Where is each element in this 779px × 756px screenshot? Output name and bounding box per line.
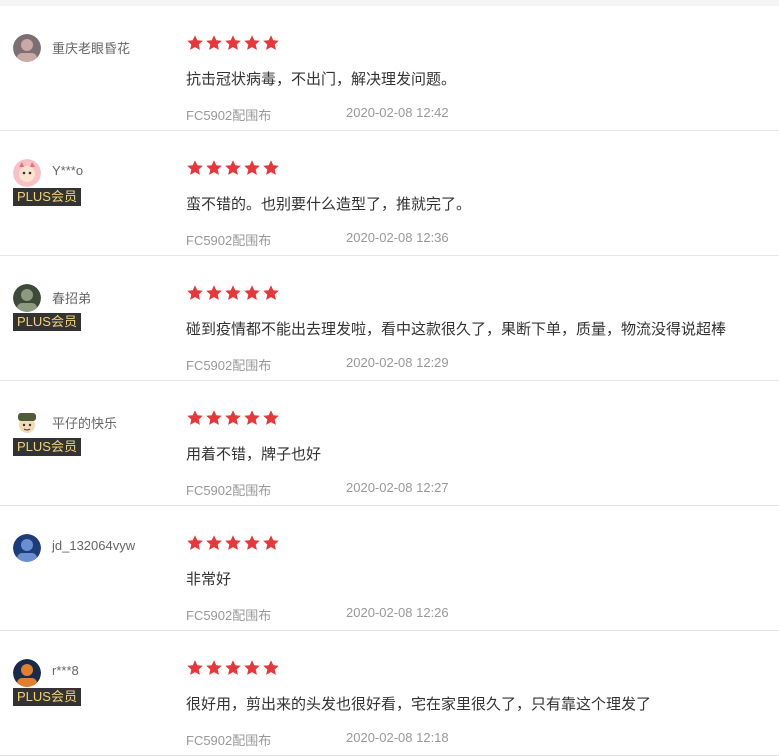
star-icon: [206, 660, 222, 675]
star-rating: [186, 534, 280, 552]
plus-member-badge[interactable]: PLUS会员: [13, 438, 81, 456]
user-name[interactable]: jd_132064vyw: [52, 538, 135, 553]
star-icon: [187, 160, 203, 175]
star-icon: [225, 410, 241, 425]
review-item: jd_132064vyw 非常好 FC5902配围布 2020-02-08 12…: [0, 506, 779, 631]
star-icon: [244, 35, 260, 50]
user-avatar[interactable]: [13, 409, 41, 437]
star-icon: [225, 35, 241, 50]
star-icon: [225, 660, 241, 675]
star-icon: [263, 35, 279, 50]
star-icon: [206, 410, 222, 425]
review-date: 2020-02-08 12:42: [346, 105, 449, 120]
user-name[interactable]: 春招弟: [52, 288, 91, 307]
star-icon: [244, 535, 260, 550]
star-icon: [244, 410, 260, 425]
review-meta: FC5902配围布 2020-02-08 12:26: [186, 605, 449, 624]
review-item: 平仔的快乐 PLUS会员 用着不错，牌子也好 FC5902配围布 2020-02…: [0, 381, 779, 506]
review-date: 2020-02-08 12:18: [346, 730, 449, 745]
star-icon: [244, 285, 260, 300]
review-meta: FC5902配围布 2020-02-08 12:36: [186, 230, 449, 249]
star-icon: [263, 535, 279, 550]
user-name[interactable]: r***8: [52, 663, 79, 678]
star-rating: [186, 159, 280, 177]
product-variant: FC5902配围布: [186, 608, 272, 623]
review-date: 2020-02-08 12:36: [346, 230, 449, 245]
star-icon: [263, 410, 279, 425]
review-meta: FC5902配围布 2020-02-08 12:18: [186, 730, 449, 749]
user-avatar[interactable]: [13, 34, 41, 62]
avatar-photo-icon: [13, 534, 41, 562]
star-icon: [206, 285, 222, 300]
review-item: r***8 PLUS会员 很好用，剪出来的头发也很好看，宅在家里很久了，只有靠这…: [0, 631, 779, 756]
avatar-photo-icon: [13, 659, 41, 687]
star-rating: [186, 409, 280, 427]
review-content: 蛮不错的。也别要什么造型了，推就完了。: [186, 196, 472, 213]
star-icon: [263, 160, 279, 175]
review-meta: FC5902配围布 2020-02-08 12:27: [186, 480, 449, 499]
review-content: 非常好: [186, 571, 232, 588]
user-name[interactable]: 平仔的快乐: [52, 413, 117, 432]
plus-member-badge[interactable]: PLUS会员: [13, 313, 81, 331]
user-avatar[interactable]: [13, 284, 41, 312]
avatar-soldier-icon: [13, 409, 41, 437]
plus-member-badge[interactable]: PLUS会员: [13, 688, 81, 706]
review-item: 春招弟 PLUS会员 碰到疫情都不能出去理发啦，看中这款很久了，果断下单，质量，…: [0, 256, 779, 381]
avatar-cartoon-icon: [13, 159, 41, 187]
user-avatar[interactable]: [13, 659, 41, 687]
star-icon: [244, 660, 260, 675]
star-icon: [263, 285, 279, 300]
product-variant: FC5902配围布: [186, 733, 272, 748]
product-variant: FC5902配围布: [186, 108, 272, 123]
star-icon: [206, 535, 222, 550]
star-icon: [187, 35, 203, 50]
review-date: 2020-02-08 12:26: [346, 605, 449, 620]
review-meta: FC5902配围布 2020-02-08 12:29: [186, 355, 449, 374]
star-icon: [244, 160, 260, 175]
review-item: Y***o PLUS会员 蛮不错的。也别要什么造型了，推就完了。 FC5902配…: [0, 131, 779, 256]
star-icon: [225, 535, 241, 550]
review-content: 碰到疫情都不能出去理发啦，看中这款很久了，果断下单，质量，物流没得说超棒: [186, 321, 727, 338]
product-variant: FC5902配围布: [186, 483, 272, 498]
star-icon: [187, 535, 203, 550]
star-rating: [186, 659, 280, 677]
product-variant: FC5902配围布: [186, 233, 272, 248]
star-icon: [187, 285, 203, 300]
star-icon: [263, 660, 279, 675]
product-variant: FC5902配围布: [186, 358, 272, 373]
review-meta: FC5902配围布 2020-02-08 12:42: [186, 105, 449, 124]
avatar-photo-icon: [13, 284, 41, 312]
star-icon: [225, 160, 241, 175]
user-avatar[interactable]: [13, 159, 41, 187]
review-item: 重庆老眼昏花 抗击冠状病毒，不出门，解决理发问题。 FC5902配围布 2020…: [0, 6, 779, 131]
star-icon: [206, 35, 222, 50]
review-content: 抗击冠状病毒，不出门，解决理发问题。: [186, 71, 457, 88]
review-content: 很好用，剪出来的头发也很好看，宅在家里很久了，只有靠这个理发了: [186, 696, 652, 713]
review-date: 2020-02-08 12:27: [346, 480, 449, 495]
star-icon: [206, 160, 222, 175]
plus-member-badge[interactable]: PLUS会员: [13, 188, 81, 206]
review-date: 2020-02-08 12:29: [346, 355, 449, 370]
avatar-photo-icon: [13, 34, 41, 62]
star-icon: [225, 285, 241, 300]
user-name[interactable]: 重庆老眼昏花: [52, 38, 130, 57]
review-content: 用着不错，牌子也好: [186, 446, 322, 463]
star-icon: [187, 660, 203, 675]
star-rating: [186, 34, 280, 52]
user-name[interactable]: Y***o: [52, 163, 83, 178]
star-rating: [186, 284, 280, 302]
review-list: 重庆老眼昏花 抗击冠状病毒，不出门，解决理发问题。 FC5902配围布 2020…: [0, 6, 779, 756]
star-icon: [187, 410, 203, 425]
user-avatar[interactable]: [13, 534, 41, 562]
